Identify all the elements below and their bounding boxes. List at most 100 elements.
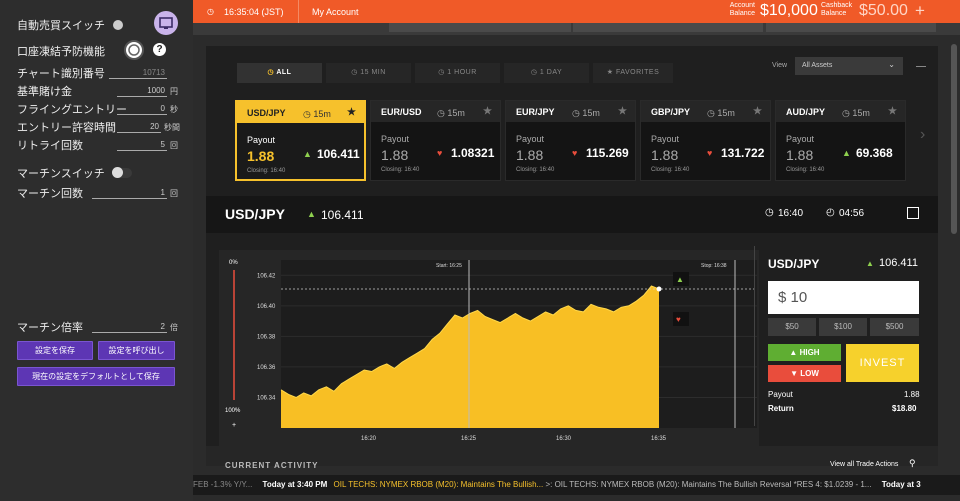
x-tick-label: 16:25 [461,436,477,442]
card-payout: 1.88 [381,147,409,163]
auto-trade-row: 自動売買スイッチ [17,17,105,33]
star-icon[interactable]: ★ [618,106,627,117]
minimize-icon[interactable] [916,66,926,67]
martin-toggle[interactable] [112,167,132,178]
quick-amount-50[interactable]: $50 [768,318,816,336]
clock-icon: ◷ [438,69,445,76]
retry-unit: 回 [170,140,178,150]
card-closing: Closing: 16:40 [516,167,555,173]
entry-time-field[interactable]: 20 [117,121,161,133]
news-ticker: FEB -1.3% Y/Y... Today at 3:40 PM OIL TE… [193,475,960,495]
view-all-link[interactable]: View all Trade Actions [830,461,898,468]
close-time: 16:40 [778,208,804,219]
tab-15min[interactable]: ◷ 15 MIN [326,63,411,83]
star-icon[interactable]: ★ [888,106,897,117]
chart-id-row: チャート識別番号 10713 [17,65,167,81]
tab-all[interactable]: ◷ ALL [237,63,322,83]
invest-button[interactable]: INVEST [846,344,919,382]
card-payout: 1.88 [786,147,814,163]
card-payout: 1.88 [516,147,544,163]
tab-1hour[interactable]: ◷ 1 HOUR [415,63,500,83]
view-select[interactable]: All Assets ⌄ [795,57,903,75]
asset-card[interactable]: GBP/JPY ◷ 15m ★ Payout 1.88 ♥ 131.722 Closing: … [640,100,771,181]
auto-trade-label: 自動売買スイッチ [17,20,105,32]
star-icon[interactable]: ★ [483,106,492,117]
asset-card[interactable]: EUR/USD ◷ 15m ★ Payout 1.88 ♥ 1.08321 Closing: … [370,100,501,181]
sub-tab[interactable] [573,23,763,32]
card-price: 115.269 [586,146,629,160]
martin-count-row: マーチン回数 1 回 [17,185,178,201]
sub-bar [193,23,960,35]
amount-input[interactable]: $ 10 [768,281,919,314]
high-button[interactable]: ▲ HIGH [768,344,841,361]
price-chart[interactable]: 0% 100% +106.42 106.40 106.38 106.36 106.34 16:… [219,250,759,462]
heart-down-icon: ♥ [437,148,443,158]
scale-top-label: 0% [229,260,238,266]
remaining-time: 04:56 [839,208,865,219]
activity-bar: CURRENT ACTIVITY View all Trade Actions … [206,446,938,470]
monitor-icon [159,17,173,29]
asset-card[interactable]: EUR/JPY ◷ 15m ★ Payout 1.88 ♥ 115.269 Closing: … [505,100,636,181]
tab-favorites[interactable]: ★ FAVORITES [593,63,673,83]
search-icon[interactable]: ⚲ [909,458,916,469]
sub-tab[interactable] [766,23,936,32]
card-pair: GBP/JPY [651,107,691,117]
flying-label: フライングエントリー [17,104,127,116]
martin-mult-field[interactable]: 2 [92,321,167,333]
asset-price: 106.411 [321,208,364,222]
settings-panel: 自動売買スイッチ 口座凍結予防機能 ? チャート識別番号 10713 基準賭け金… [0,0,193,501]
star-icon[interactable]: ★ [347,107,356,118]
freeze-toggle[interactable] [124,40,144,60]
asset-card[interactable]: AUD/JPY ◷ 15m ★ Payout 1.88 ▲ 69.368 Closing: 1… [775,100,906,181]
card-header: EUR/USD ◷ 15m ★ [371,101,500,122]
card-header: AUD/JPY ◷ 15m ★ [776,101,905,122]
entry-time-label: エントリー許容時間 [17,122,116,134]
low-button[interactable]: ▼ LOW [768,365,841,382]
base-bet-field[interactable]: 1000 [117,85,167,97]
martin-count-unit: 回 [170,188,178,198]
card-payout: 1.88 [651,147,679,163]
retry-field[interactable]: 5 [117,139,167,151]
martin-count-field[interactable]: 1 [92,187,167,199]
save-settings-button[interactable]: 設定を保存 [17,341,93,360]
card-payout-label: Payout [651,134,680,144]
ticker-time: Today at 3:40 PM [262,480,328,489]
heart-down-icon: ♥ [707,148,713,158]
trade-panel: ◷ ALL ◷ 15 MIN ◷ 1 HOUR ◷ 1 DAY ★ FAVORI… [206,46,938,470]
scrollbar[interactable] [951,44,957,234]
star-icon: ★ [606,69,614,76]
asset-card[interactable]: USD/JPY ◷ 15m ★ Payout 1.88 ▲ 106.411 Closing: … [235,100,366,181]
retry-row: リトライ回数 5 回 [17,137,178,153]
card-header: EUR/JPY ◷ 15m ★ [506,101,635,122]
save-default-button[interactable]: 現在の設定をデフォルトとして保存 [17,367,175,386]
chevron-right-icon[interactable]: › [920,126,925,144]
quick-amount-100[interactable]: $100 [819,318,867,336]
clock-icon: ◷ [530,69,538,76]
clock-icon: ◷ [351,69,358,76]
ticker-headline[interactable]: OIL TECHS: NYMEX RBOB (M20): Maintains T… [334,480,544,489]
auto-trade-toggle[interactable] [113,20,123,30]
heart-down-icon: ♥ [572,148,578,158]
card-payout-label: Payout [516,134,545,144]
sub-tab[interactable] [389,23,571,32]
tab-1day[interactable]: ◷ 1 DAY [504,63,589,83]
info-icon[interactable] [907,207,919,219]
clock-icon: ◷ [267,69,275,76]
flying-unit: 秒 [170,104,178,114]
load-settings-button[interactable]: 設定を呼び出し [98,341,175,360]
martin-mult-row: マーチン倍率 2 倍 [17,319,178,335]
start-label: Start: 16:25 [436,263,462,269]
chart-id-field[interactable]: 10713 [109,67,167,79]
star-icon[interactable]: ★ [753,106,762,117]
help-icon[interactable]: ? [153,43,166,56]
trade-pair: USD/JPY [768,257,820,271]
flying-field[interactable]: 0 [117,103,167,115]
my-account-link[interactable]: My Account [312,7,359,17]
trading-main: ◷ 16:35:04 (JST) My Account Account Balan… [193,0,960,501]
quick-amount-500[interactable]: $500 [870,318,919,336]
add-cashback-button[interactable]: + [915,1,925,21]
monitor-button[interactable] [154,11,178,35]
card-price: 1.08321 [451,146,495,160]
cashback-balance: $50.00 [859,2,908,19]
card-time: ◷ 15m [303,109,331,119]
